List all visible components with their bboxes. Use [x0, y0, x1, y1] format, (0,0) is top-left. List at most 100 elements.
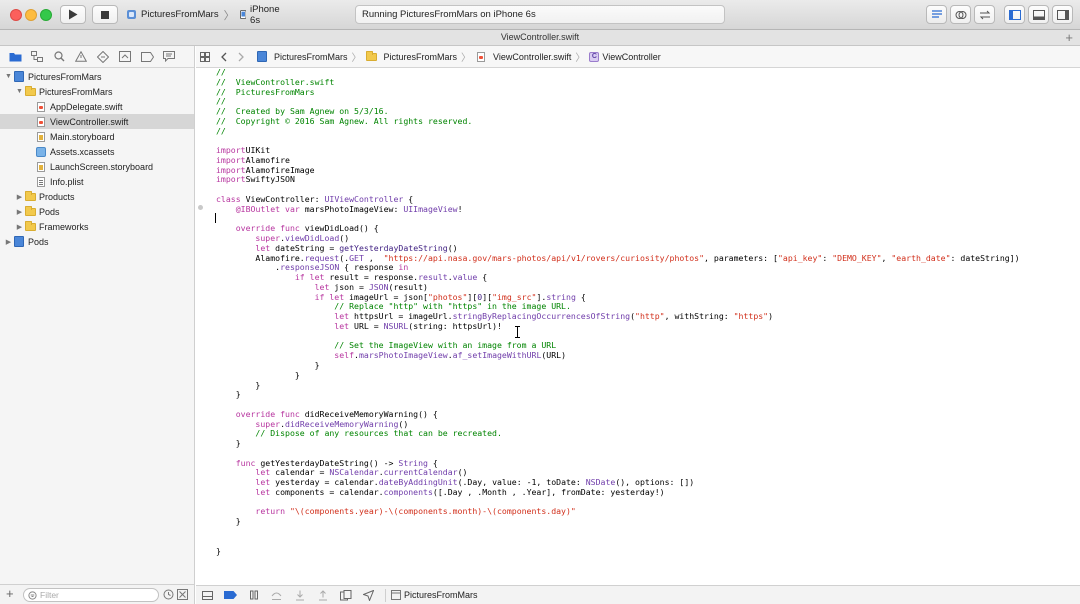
- navigator-item[interactable]: ViewController.swift: [0, 114, 194, 129]
- issue-navigator-tab[interactable]: [74, 50, 88, 64]
- project-navigator-tab[interactable]: [8, 50, 22, 64]
- standard-editor-button[interactable]: [926, 5, 947, 24]
- breadcrumb-file-label: ViewController.swift: [493, 51, 572, 62]
- new-tab-button[interactable]: +: [1065, 30, 1073, 45]
- code-line[interactable]: // Dispose of any resources that can be …: [216, 428, 1080, 439]
- disclosure-expanded-icon[interactable]: ▼: [4, 73, 13, 80]
- folder-icon: [24, 86, 36, 97]
- breadcrumb-file[interactable]: ViewController.swift: [475, 51, 571, 62]
- code-area[interactable]: //// ViewController.swift// PicturesFrom…: [216, 68, 1080, 556]
- code-line[interactable]: }: [216, 360, 1080, 371]
- disclosure-collapsed-icon[interactable]: ▶: [4, 238, 13, 246]
- navigator-item[interactable]: ▶ Products: [0, 189, 194, 204]
- hide-debug-area-button[interactable]: [196, 586, 219, 604]
- disclosure-collapsed-icon[interactable]: ▶: [15, 223, 24, 231]
- go-back-button[interactable]: [214, 46, 232, 68]
- navigator-item[interactable]: Main.storyboard: [0, 129, 194, 144]
- code-line[interactable]: importUIKit: [216, 145, 1080, 156]
- report-navigator-tab[interactable]: [162, 50, 176, 64]
- code-line[interactable]: //: [216, 126, 1080, 137]
- source-control-filter-icon[interactable]: [177, 589, 188, 602]
- minimize-window-button[interactable]: [25, 9, 37, 21]
- breadcrumb-project[interactable]: PicturesFromMars: [256, 51, 348, 62]
- run-button[interactable]: [60, 5, 86, 24]
- code-line[interactable]: }: [216, 546, 1080, 557]
- navigator-item[interactable]: ▼ PicturesFromMars: [0, 69, 194, 84]
- code-line[interactable]: return "\(components.year)-\(components.…: [216, 507, 1080, 517]
- navigator-item[interactable]: ▶ Pods: [0, 204, 194, 219]
- code-token: ][: [467, 291, 478, 302]
- code-token: (result): [388, 281, 428, 292]
- disclosure-collapsed-icon[interactable]: ▶: [15, 193, 24, 201]
- navigator-item[interactable]: Info.plist: [0, 174, 194, 189]
- code-line[interactable]: // Copyright © 2016 Sam Agnew. All right…: [216, 116, 1080, 127]
- code-line[interactable]: [216, 527, 1080, 537]
- code-line[interactable]: }: [216, 389, 1080, 400]
- close-window-button[interactable]: [10, 9, 22, 21]
- debug-navigator-tab[interactable]: [118, 50, 132, 64]
- scheme-selector[interactable]: PicturesFromMars 〉 iPhone 6s: [126, 4, 284, 26]
- toggle-navigator-button[interactable]: [1004, 5, 1025, 24]
- scheme-target[interactable]: PicturesFromMars: [126, 9, 219, 20]
- navigator-item[interactable]: Assets.xcassets: [0, 144, 194, 159]
- tab-title[interactable]: ViewController.swift: [501, 32, 579, 42]
- disclosure-expanded-icon[interactable]: ▼: [15, 88, 24, 95]
- code-line[interactable]: }: [216, 516, 1080, 527]
- assistant-editor-button[interactable]: [950, 5, 971, 24]
- step-into-button[interactable]: [288, 586, 311, 604]
- search-icon: [53, 51, 64, 62]
- code-line[interactable]: @IBOutlet var marsPhotoImageView: UIImag…: [216, 204, 1080, 215]
- step-over-button[interactable]: [265, 586, 288, 604]
- code-line[interactable]: }: [216, 380, 1080, 391]
- step-out-button[interactable]: [311, 586, 334, 604]
- navigator-item[interactable]: ▶ Pods: [0, 234, 194, 249]
- code-line[interactable]: let components = calendar.components([.D…: [216, 487, 1080, 498]
- simulate-location-button[interactable]: [357, 586, 380, 604]
- filter-field[interactable]: [23, 588, 159, 602]
- navigator-item[interactable]: ▼ PicturesFromMars: [0, 84, 194, 99]
- debug-bar-divider: [385, 588, 386, 602]
- view-hierarchy-button[interactable]: [334, 586, 357, 604]
- navigator-item[interactable]: AppDelegate.swift: [0, 99, 194, 114]
- breakpoint-navigator-tab[interactable]: [140, 50, 154, 64]
- code-line[interactable]: importSwiftyJSON: [216, 175, 1080, 185]
- code-line[interactable]: [216, 136, 1080, 146]
- pause-button[interactable]: [242, 586, 265, 604]
- code-line[interactable]: [216, 537, 1080, 547]
- toggle-utilities-button[interactable]: [1052, 5, 1073, 24]
- code-line[interactable]: // ViewController.swift: [216, 77, 1080, 88]
- code-line[interactable]: let URL = NSURL(string: httpsUrl)!: [216, 321, 1080, 332]
- breakpoints-toggle-button[interactable]: [219, 586, 242, 604]
- navigator-item[interactable]: ▶ Frameworks: [0, 219, 194, 234]
- symbol-navigator-tab[interactable]: [30, 50, 44, 64]
- recent-files-filter-icon[interactable]: [163, 589, 174, 602]
- code-line[interactable]: }: [216, 370, 1080, 381]
- find-navigator-tab[interactable]: [52, 50, 66, 64]
- disclosure-collapsed-icon[interactable]: ▶: [15, 208, 24, 216]
- code-line[interactable]: //: [216, 68, 1080, 78]
- toggle-debug-area-button[interactable]: [1028, 5, 1049, 24]
- code-line[interactable]: self.marsPhotoImageView.af_setImageWithU…: [216, 350, 1080, 361]
- breadcrumb-group[interactable]: PicturesFromMars: [366, 51, 457, 62]
- breadcrumb-symbol[interactable]: C ViewController: [589, 51, 661, 62]
- code-token: (): [447, 242, 458, 253]
- scheme-device[interactable]: iPhone 6s: [239, 4, 284, 26]
- navigator-item[interactable]: LaunchScreen.storyboard: [0, 159, 194, 174]
- debug-process-selector[interactable]: PicturesFromMars: [391, 590, 478, 600]
- code-line[interactable]: importAlamofireImage: [216, 165, 1080, 176]
- test-navigator-tab[interactable]: [96, 50, 110, 64]
- code-line[interactable]: }: [216, 438, 1080, 449]
- go-forward-button[interactable]: [232, 46, 250, 68]
- version-editor-button[interactable]: [974, 5, 995, 24]
- add-file-button[interactable]: +: [6, 587, 14, 601]
- related-items-button[interactable]: [196, 46, 214, 68]
- stop-button[interactable]: [92, 5, 118, 24]
- source-editor[interactable]: //// ViewController.swift// PicturesFrom…: [196, 68, 1080, 585]
- navigator-item-label: Assets.xcassets: [50, 146, 115, 157]
- outlet-connection-icon[interactable]: [198, 205, 203, 210]
- code-line[interactable]: importAlamofire: [216, 154, 1080, 166]
- code-token: Alamofire: [245, 154, 290, 165]
- filter-input[interactable]: [40, 590, 150, 600]
- code-line[interactable]: // PicturesFromMars: [216, 87, 1080, 98]
- zoom-window-button[interactable]: [40, 9, 52, 21]
